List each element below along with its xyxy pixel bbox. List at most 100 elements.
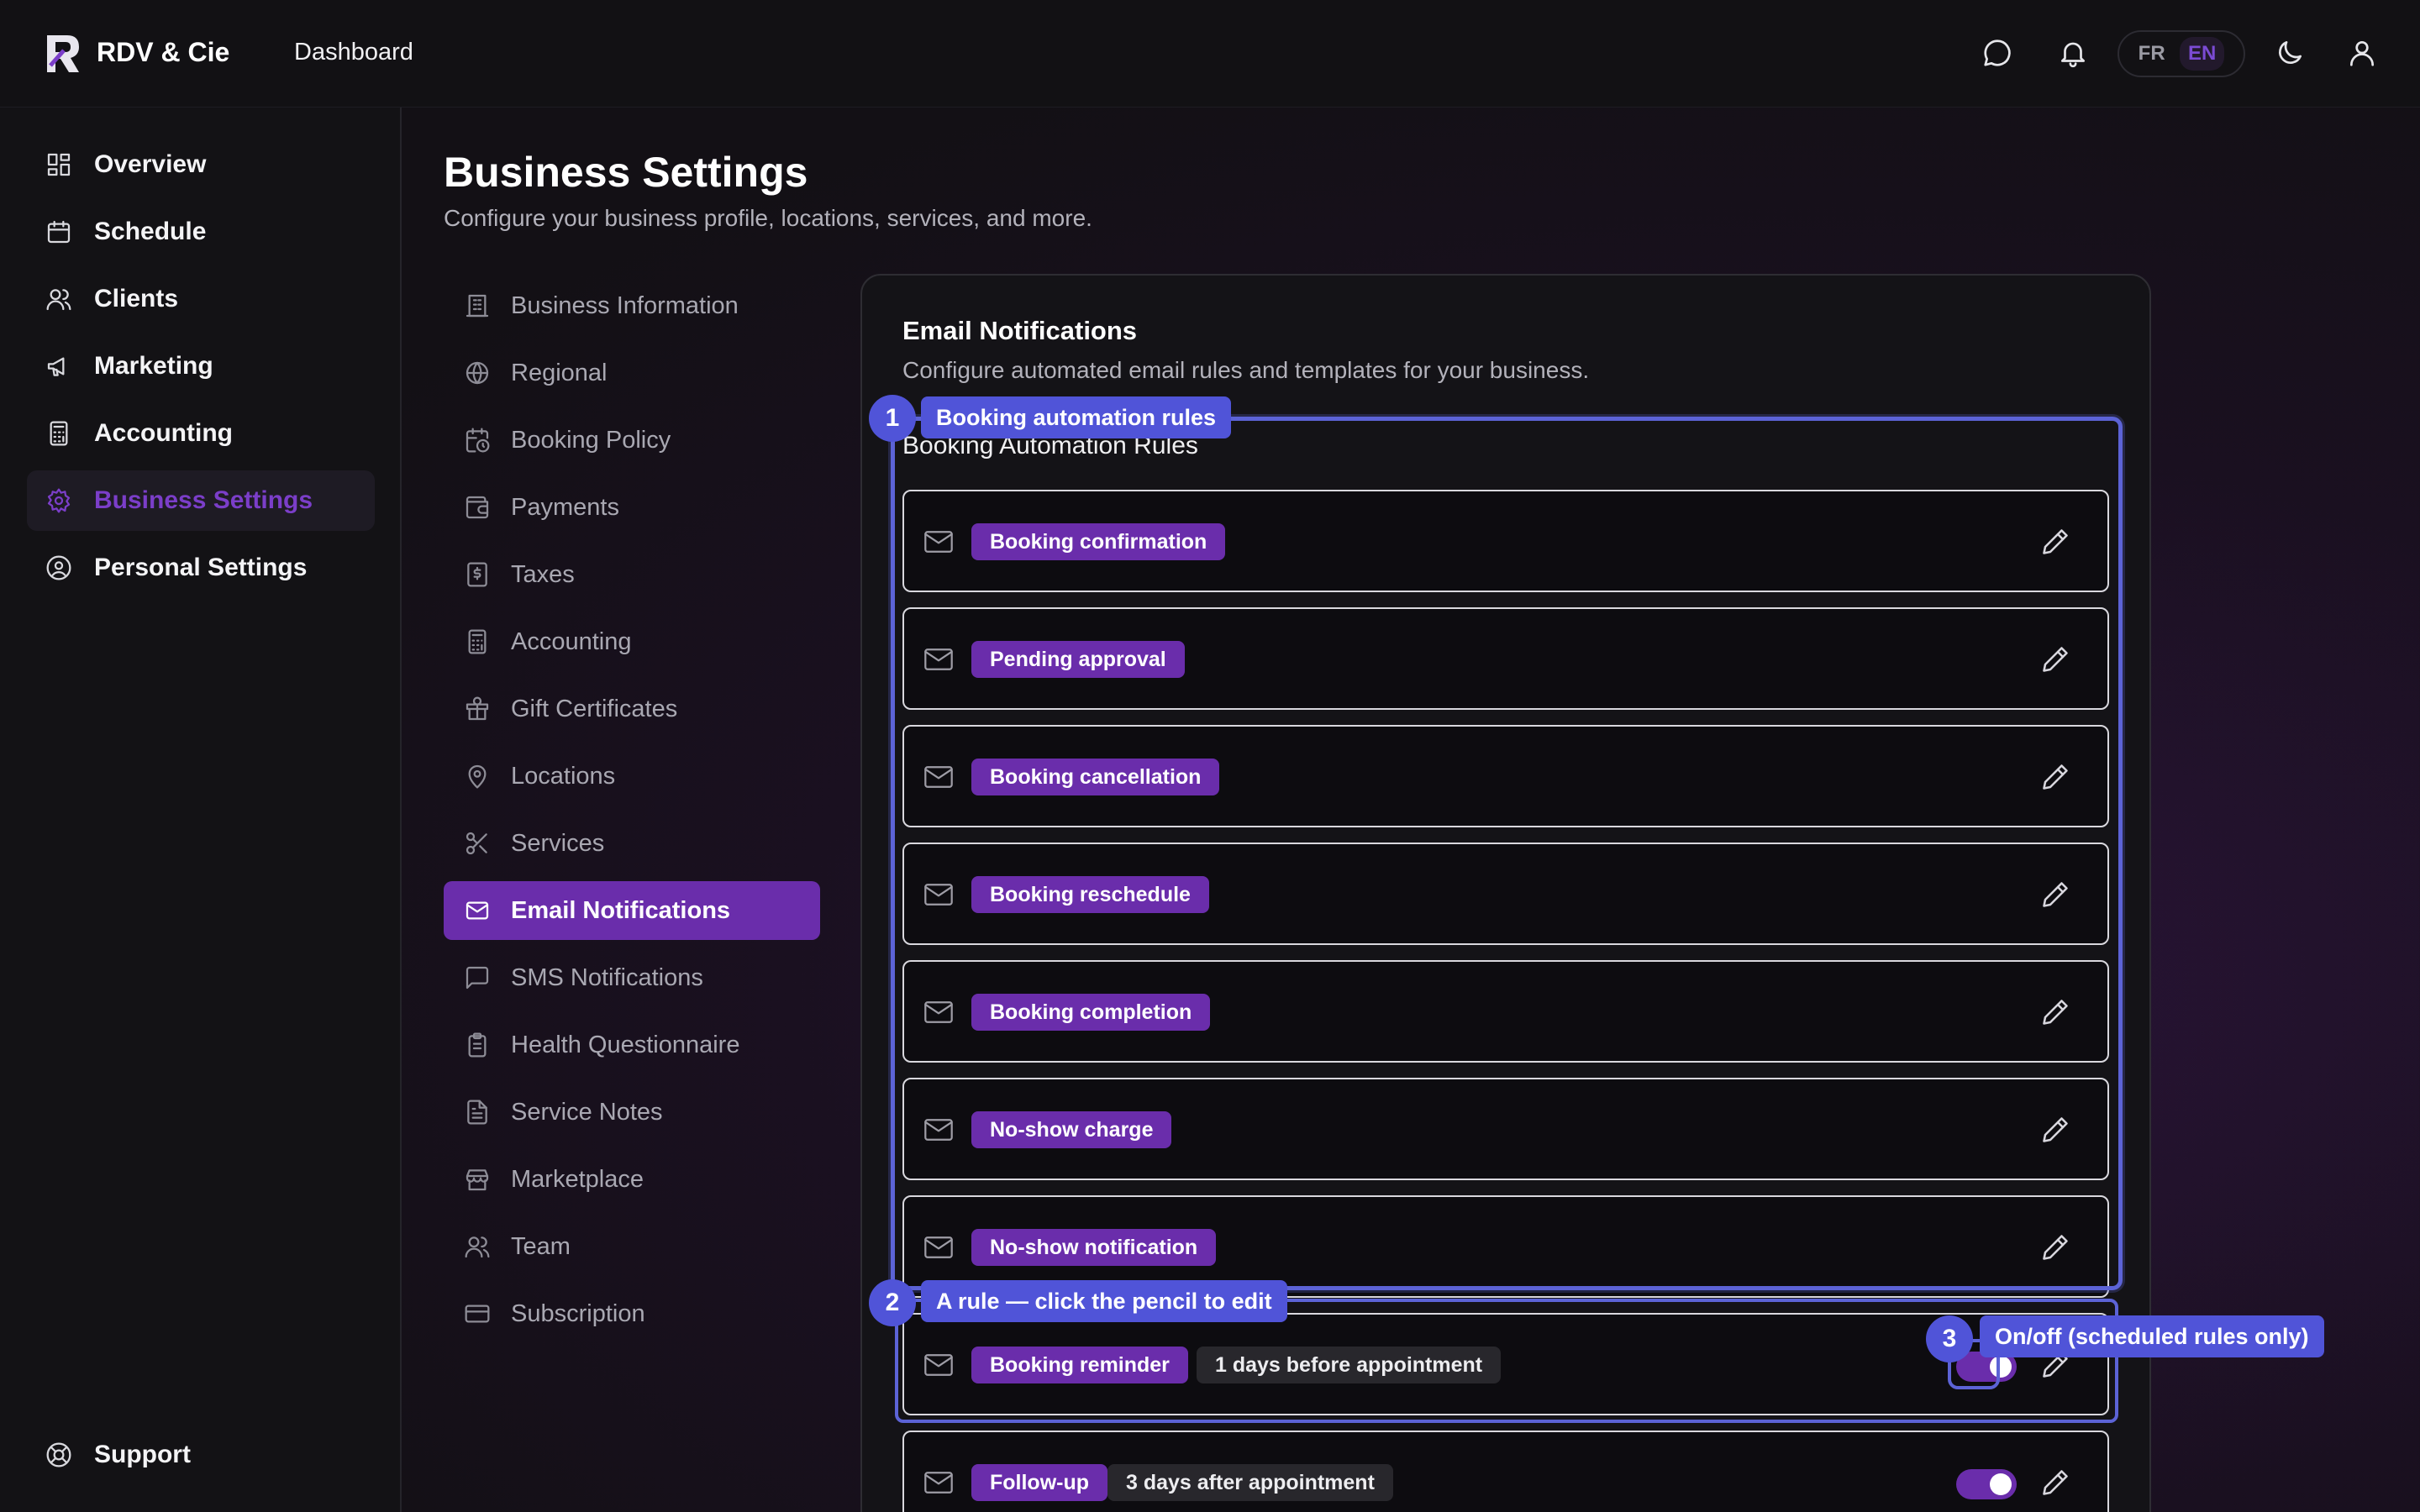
settings-nav-marketplace[interactable]: Marketplace [444, 1150, 820, 1209]
calculator-icon [45, 420, 72, 447]
settings-nav-email-notifications[interactable]: Email Notifications [444, 881, 820, 940]
moon-icon[interactable] [2274, 37, 2306, 69]
callout-2-label: A rule — click the pencil to edit [921, 1280, 1287, 1322]
sidebar-item-label: Accounting [94, 419, 233, 447]
settings-nav-regional[interactable]: Regional [444, 344, 820, 402]
settings-nav-label: Locations [511, 762, 616, 790]
settings-nav-label: Taxes [511, 560, 575, 588]
callout-3-label: On/off (scheduled rules only) [1980, 1315, 2324, 1357]
card-subtitle: Configure automated email rules and temp… [902, 357, 1590, 383]
globe-icon [464, 360, 491, 386]
settings-nav-label: Payments [511, 493, 619, 521]
settings-nav-team[interactable]: Team [444, 1217, 820, 1276]
lang-fr-option[interactable]: FR [2139, 42, 2165, 66]
mail-icon [924, 1471, 953, 1494]
bell-icon[interactable] [2057, 37, 2089, 69]
settings-nav-taxes[interactable]: Taxes [444, 545, 820, 604]
scissors-icon [464, 830, 491, 857]
building-icon [464, 292, 491, 319]
sidebar-item-label: Clients [94, 285, 179, 312]
sidebar-item-business-settings[interactable]: Business Settings [27, 470, 375, 531]
chat-icon[interactable] [1981, 37, 2013, 69]
rule-timing-tag: 3 days after appointment [1107, 1464, 1393, 1501]
mail-icon [464, 897, 491, 924]
map-pin-icon [464, 763, 491, 790]
settings-nav-label: Team [511, 1232, 571, 1260]
sidebar-item-label: Marketing [94, 352, 213, 380]
gear-icon [45, 487, 72, 514]
settings-nav-label: Email Notifications [511, 896, 731, 924]
users-icon [464, 1233, 491, 1260]
calendar-icon [45, 218, 72, 245]
settings-nav-label: Accounting [511, 627, 632, 655]
sidebar-item-label: Support [94, 1441, 191, 1468]
top-header: RDV & Cie Dashboard FR EN [0, 0, 2420, 108]
settings-nav-label: Health Questionnaire [511, 1031, 740, 1058]
sidebar-item-marketing[interactable]: Marketing [27, 336, 375, 396]
layout-grid-icon [45, 151, 72, 178]
settings-nav-label: Business Information [511, 291, 739, 319]
settings-nav-service-notes[interactable]: Service Notes [444, 1083, 820, 1142]
settings-nav-label: Services [511, 829, 605, 857]
settings-nav-label: Gift Certificates [511, 695, 678, 722]
lifebuoy-icon [45, 1441, 72, 1468]
sidebar-item-label: Overview [94, 150, 207, 178]
logo[interactable] [44, 32, 82, 76]
settings-nav-label: Booking Policy [511, 426, 671, 454]
credit-card-icon [464, 1300, 491, 1327]
receipt-dollar-icon [464, 561, 491, 588]
clipboard-icon [464, 1032, 491, 1058]
sidebar-item-schedule[interactable]: Schedule [27, 202, 375, 262]
sidebar-item-clients[interactable]: Clients [27, 269, 375, 329]
settings-nav-gift-certificates[interactable]: Gift Certificates [444, 680, 820, 738]
sidebar-item-overview[interactable]: Overview [27, 134, 375, 195]
message-square-icon [464, 964, 491, 991]
settings-nav-health-questionnaire[interactable]: Health Questionnaire [444, 1016, 820, 1074]
pencil-icon[interactable] [2040, 1467, 2070, 1498]
settings-nav-label: Service Notes [511, 1098, 663, 1126]
megaphone-icon [45, 353, 72, 380]
settings-nav-locations[interactable]: Locations [444, 747, 820, 806]
sidebar-item-label: Schedule [94, 218, 207, 245]
language-switcher[interactable]: FR EN [2118, 30, 2245, 77]
user-icon[interactable] [2346, 37, 2378, 69]
store-icon [464, 1166, 491, 1193]
gift-icon [464, 696, 491, 722]
settings-nav-label: Marketplace [511, 1165, 644, 1193]
page-subtitle: Configure your business profile, locatio… [444, 205, 1092, 231]
sidebar-item-label: Personal Settings [94, 554, 308, 581]
callout-1-label: Booking automation rules [921, 396, 1232, 438]
brand-name[interactable]: RDV & Cie [97, 37, 229, 68]
settings-nav-subscription[interactable]: Subscription [444, 1284, 820, 1343]
settings-nav-label: Subscription [511, 1299, 645, 1327]
callout-3-number: 3 [1926, 1315, 1973, 1362]
lang-en-option[interactable]: EN [2179, 37, 2225, 71]
wallet-icon [464, 494, 491, 521]
breadcrumb[interactable]: Dashboard [294, 39, 413, 66]
card-title: Email Notifications [902, 316, 1138, 345]
callout-1-number: 1 [869, 395, 916, 442]
callout-2-number: 2 [869, 1279, 916, 1326]
rule-row-follow-up[interactable]: Follow-up 3 days after appointment [902, 1431, 2109, 1512]
highlight-booking-rules [891, 417, 2123, 1290]
sidebar-item-label: Business Settings [94, 486, 313, 514]
settings-nav-accounting[interactable]: Accounting [444, 612, 820, 671]
page-title: Business Settings [444, 149, 808, 196]
rule-toggle[interactable] [1956, 1469, 2017, 1499]
file-text-icon [464, 1099, 491, 1126]
sidebar-item-personal-settings[interactable]: Personal Settings [27, 538, 375, 598]
rule-label-badge: Follow-up [971, 1464, 1108, 1501]
settings-nav-sms-notifications[interactable]: SMS Notifications [444, 948, 820, 1007]
toggle-knob [1990, 1473, 2012, 1495]
user-circle-icon [45, 554, 72, 581]
settings-nav-business-information[interactable]: Business Information [444, 276, 820, 335]
settings-nav-booking-policy[interactable]: Booking Policy [444, 411, 820, 470]
settings-nav-payments[interactable]: Payments [444, 478, 820, 537]
calculator-icon [464, 628, 491, 655]
sidebar-item-support[interactable]: Support [27, 1425, 375, 1485]
settings-nav-label: SMS Notifications [511, 963, 703, 991]
settings-nav-services[interactable]: Services [444, 814, 820, 873]
sidebar: Overview Schedule Clients Marketing Acco… [0, 108, 402, 1512]
calendar-clock-icon [464, 427, 491, 454]
sidebar-item-accounting[interactable]: Accounting [27, 403, 375, 464]
